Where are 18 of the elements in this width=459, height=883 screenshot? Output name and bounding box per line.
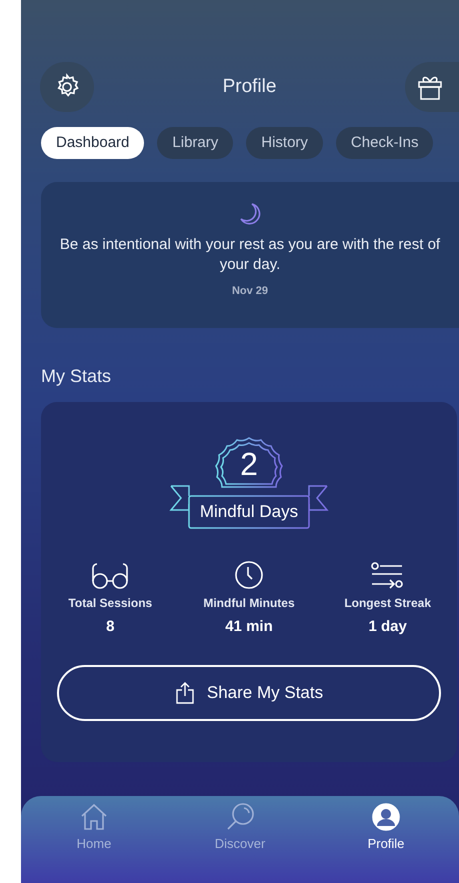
section-title: My Stats [41,365,112,388]
stat-label: Longest Streak [344,595,432,612]
share-button[interactable]: Share My Stats [57,664,441,720]
tab[interactable]: Library [157,127,234,159]
stat-value: 8 [106,617,114,637]
mindful-days-label: Mindful Days [198,501,300,523]
stat-value: 41 min [225,617,273,637]
tab[interactable]: Dashboard [41,127,144,159]
nav-item[interactable]: Profile [313,802,459,854]
tab[interactable]: History [246,127,323,159]
tab[interactable]: Check-Ins [336,127,434,159]
page-title: Profile [222,74,276,99]
stat-label: Total Sessions [68,595,152,612]
mindful-days-count: 2 [239,445,259,484]
stat-label: Mindful Minutes [203,595,295,612]
quote-text: Be as intentional with your rest as you are with the rest of your day. [59,235,441,275]
stat-value: 1 day [368,617,407,637]
quote-date: Nov 29 [232,284,268,299]
